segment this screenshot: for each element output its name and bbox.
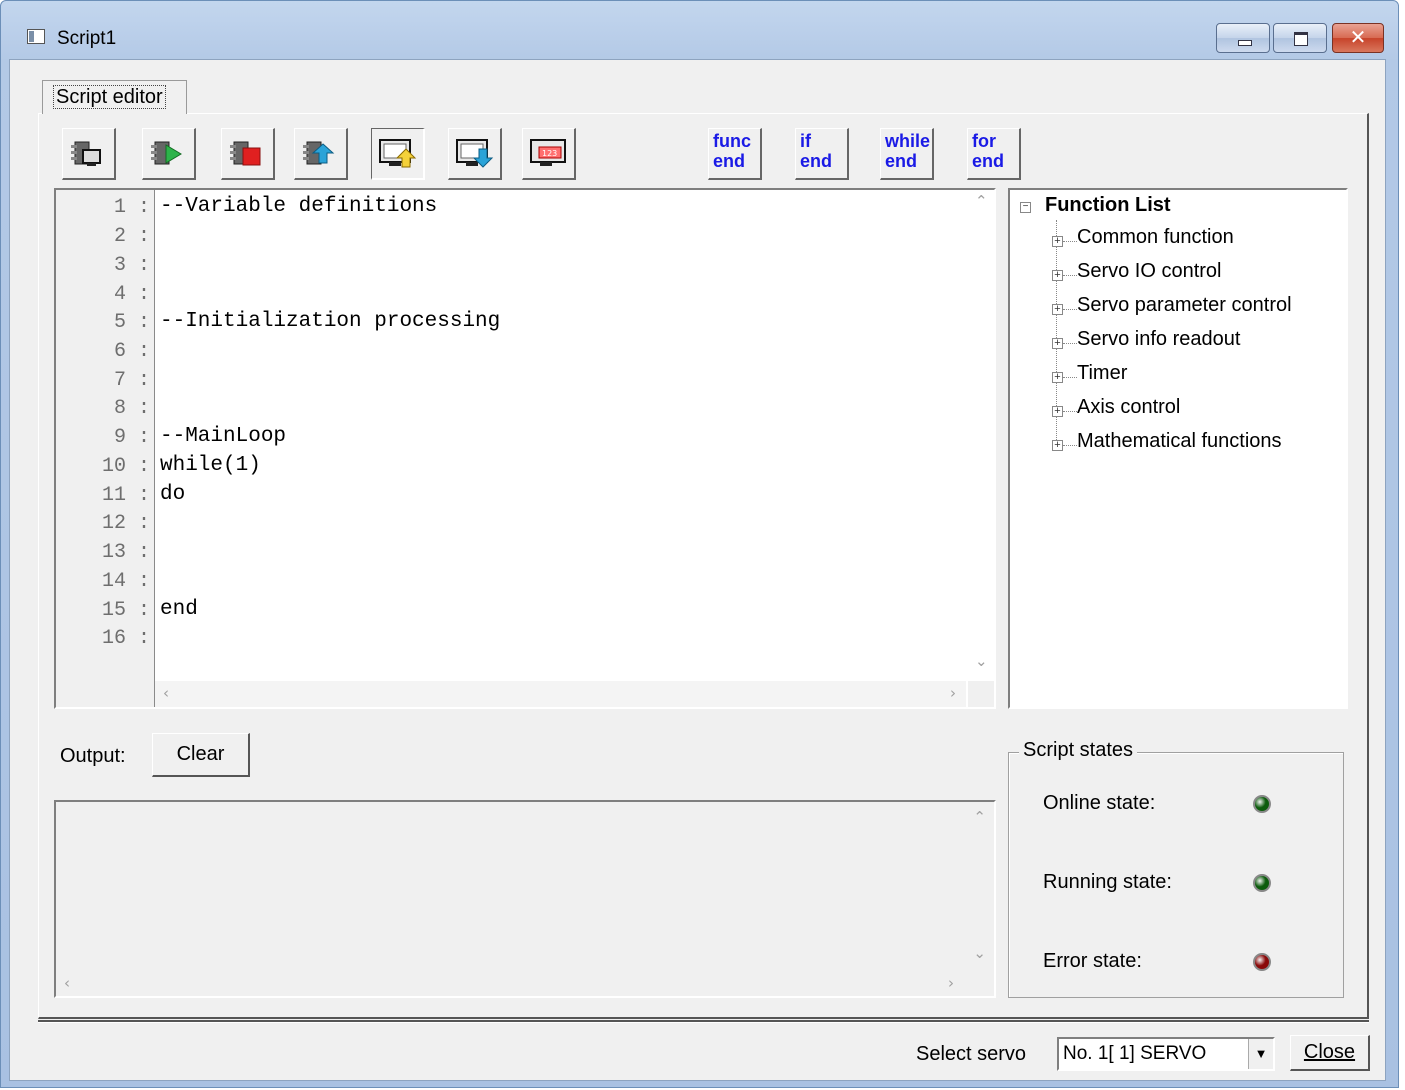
- client-area: Script editor 123 func end if end while …: [9, 59, 1386, 1081]
- code-line: do: [160, 483, 186, 506]
- running-state-indicator: [1253, 874, 1271, 892]
- new-script-button[interactable]: [62, 128, 116, 180]
- window-close-button[interactable]: ✕: [1332, 23, 1384, 53]
- if-end-button[interactable]: if end: [795, 128, 849, 180]
- run-script-icon: [151, 141, 182, 165]
- line-number: 7 :: [113, 369, 150, 392]
- collapse-icon[interactable]: −: [1020, 202, 1031, 213]
- stop-script-icon: [230, 141, 261, 166]
- line-number: 4 :: [113, 283, 150, 306]
- close-button[interactable]: Close: [1290, 1035, 1370, 1071]
- function-list-tree[interactable]: − Function List + Common function + Serv…: [1008, 188, 1348, 709]
- scroll-down-icon[interactable]: ⌄: [973, 944, 986, 962]
- stop-script-button[interactable]: [221, 128, 275, 180]
- error-state-indicator: [1253, 953, 1271, 971]
- line-number: 11 :: [101, 484, 150, 507]
- line-number: 16 :: [101, 627, 150, 650]
- scroll-up-icon[interactable]: ⌃: [973, 808, 986, 826]
- error-state-label: Error state:: [1043, 950, 1142, 972]
- select-servo-label: Select servo: [916, 1043, 1027, 1065]
- scroll-left-icon[interactable]: ‹: [64, 974, 70, 992]
- expand-icon[interactable]: +: [1052, 406, 1063, 417]
- line-number: 12 :: [101, 512, 150, 535]
- expand-icon[interactable]: +: [1052, 270, 1063, 281]
- line-number: 10 :: [101, 455, 150, 478]
- expand-icon[interactable]: +: [1052, 372, 1063, 383]
- code-line: --Variable definitions: [160, 195, 438, 218]
- line-number: 13 :: [101, 541, 150, 564]
- scroll-right-icon[interactable]: ›: [948, 974, 954, 992]
- output-label: Output:: [60, 745, 126, 767]
- line-number: 6 :: [113, 340, 150, 363]
- line-number: 8 :: [113, 397, 150, 420]
- expand-icon[interactable]: +: [1052, 440, 1063, 451]
- scroll-down-icon[interactable]: ⌄: [975, 652, 988, 670]
- code-line: --Initialization processing: [160, 310, 501, 333]
- line-number: 9 :: [113, 426, 150, 449]
- maximize-icon: [1294, 32, 1308, 46]
- line-number: 14 :: [101, 570, 150, 593]
- upload-to-pc-button[interactable]: [371, 128, 425, 180]
- tab-script-editor[interactable]: Script editor: [42, 80, 187, 114]
- upload-to-pc-icon: [379, 139, 417, 168]
- editor-vertical-scrollbar[interactable]: ⌃ ⌄: [968, 190, 994, 680]
- download-to-servo-icon: [456, 139, 494, 168]
- expand-icon[interactable]: +: [1052, 236, 1063, 247]
- minimize-icon: [1238, 40, 1252, 46]
- online-state-indicator: [1253, 795, 1271, 813]
- output-text-area[interactable]: ⌃ ⌄ ‹ ›: [54, 800, 996, 998]
- scrollbar-corner: [968, 681, 994, 707]
- script-code-editor[interactable]: 1 : 2 : 3 : 4 : 5 : 6 : 7 : 8 : 9 : 10 :…: [54, 188, 996, 709]
- line-number: 5 :: [113, 311, 150, 334]
- download-to-servo-button[interactable]: [448, 128, 502, 180]
- minimize-button[interactable]: [1216, 23, 1270, 53]
- maximize-button[interactable]: [1273, 23, 1327, 53]
- window-title: Script1: [57, 28, 117, 49]
- numeric-display-button[interactable]: 123: [522, 128, 576, 180]
- line-number: 3 :: [113, 254, 150, 277]
- script-states-title: Script states: [1019, 739, 1138, 762]
- code-line: --MainLoop: [160, 425, 287, 448]
- editor-horizontal-scrollbar[interactable]: ‹ ›: [155, 681, 966, 707]
- script-states-group: Script states Online state: Running stat…: [1008, 739, 1344, 998]
- online-state-label: Online state:: [1043, 792, 1156, 814]
- window-icon: [27, 29, 45, 44]
- expand-icon[interactable]: +: [1052, 304, 1063, 315]
- code-line: while(1): [160, 454, 261, 477]
- for-end-button[interactable]: for end: [967, 128, 1021, 180]
- scroll-right-icon[interactable]: ›: [950, 684, 956, 702]
- running-state-label: Running state:: [1043, 871, 1172, 893]
- while-end-button[interactable]: while end: [880, 128, 934, 180]
- line-number: 2 :: [113, 225, 150, 248]
- line-number: 1 :: [113, 196, 150, 219]
- run-script-button[interactable]: [142, 128, 196, 180]
- numeric-display-icon: 123: [530, 139, 566, 166]
- close-icon: ✕: [1349, 27, 1367, 49]
- func-end-button[interactable]: func end: [708, 128, 762, 180]
- upload-script-icon: [303, 141, 335, 165]
- scroll-left-icon[interactable]: ‹: [163, 684, 169, 702]
- clear-output-button[interactable]: Clear: [152, 733, 250, 777]
- expand-icon[interactable]: +: [1052, 338, 1063, 349]
- function-list-root[interactable]: Function List: [1045, 194, 1171, 217]
- line-number-gutter: 1 : 2 : 3 : 4 : 5 : 6 : 7 : 8 : 9 : 10 :…: [56, 190, 155, 707]
- title-bar[interactable]: Script1 ✕: [1, 1, 1398, 59]
- scroll-up-icon[interactable]: ⌃: [975, 192, 988, 210]
- script-window: Script1 ✕ Script editor 123 func end if …: [0, 0, 1399, 1088]
- line-number: 15 :: [101, 599, 150, 622]
- new-script-icon: [71, 141, 101, 166]
- chevron-down-icon[interactable]: ▼: [1248, 1039, 1273, 1069]
- upload-script-button[interactable]: [294, 128, 348, 180]
- servo-select-value: No. 1[ 1] SERVO: [1063, 1043, 1207, 1064]
- footer-separator: [38, 1020, 1369, 1023]
- svg-text:123: 123: [542, 149, 557, 158]
- code-line: end: [160, 598, 198, 621]
- servo-select[interactable]: No. 1[ 1] SERVO ▼: [1057, 1037, 1275, 1071]
